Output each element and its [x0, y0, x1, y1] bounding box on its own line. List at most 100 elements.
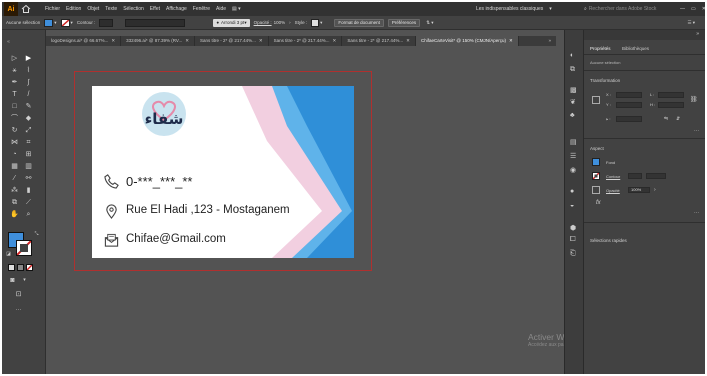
blend-tool-icon[interactable]: ⚯ — [24, 174, 33, 183]
chevron-down-icon[interactable]: ▾ — [320, 20, 322, 26]
stroke-weight-field[interactable] — [628, 173, 642, 179]
links-panel-icon[interactable]: ⧠ — [570, 236, 580, 244]
reference-point-icon[interactable] — [592, 96, 600, 104]
width-tool-icon[interactable]: ⋈ — [10, 138, 19, 147]
appearance-panel-icon[interactable]: ◉ — [570, 166, 580, 174]
home-icon[interactable] — [21, 4, 31, 14]
paintbrush-tool-icon[interactable]: ✎ — [24, 102, 33, 111]
eraser-tool-icon[interactable]: ◆ — [24, 114, 33, 123]
more-options-icon[interactable]: ··· — [694, 210, 699, 216]
chevron-down-icon[interactable]: ▾ — [71, 20, 73, 26]
menu-fichier[interactable]: Fichier — [45, 6, 60, 12]
close-icon[interactable]: ✕ — [509, 38, 513, 43]
brushes-panel-icon[interactable]: ❦ — [570, 98, 580, 106]
line-tool-icon[interactable]: / — [24, 90, 33, 99]
document-tab[interactable]: Sans titre - 2* @ 217.44%... ✕ — [269, 36, 343, 46]
slice-tool-icon[interactable]: ⟋ — [24, 198, 33, 207]
artboard-tool-icon[interactable]: ⧉ — [10, 198, 19, 207]
fill-swatch[interactable] — [44, 18, 54, 27]
menu-fenetre[interactable]: Fenêtre — [193, 6, 210, 12]
symbol-sprayer-tool-icon[interactable]: ⁂ — [10, 186, 19, 195]
menu-objet[interactable]: Objet — [87, 6, 99, 12]
stroke-swatch[interactable] — [592, 172, 600, 180]
document-tab[interactable]: logoDesigns.ai* @ 66.67%... ✕ — [46, 36, 122, 46]
screen-mode-icon[interactable]: ⊡ — [14, 290, 23, 299]
workspace-switcher[interactable]: Les indispensables classiques ▾ — [470, 2, 552, 16]
mesh-tool-icon[interactable]: ▦ — [10, 162, 19, 171]
variable-width-dropdown[interactable] — [125, 18, 186, 27]
tab-libraries[interactable]: Bibliothèques — [622, 46, 649, 51]
rotation-field[interactable] — [616, 116, 642, 122]
link-proportions-icon[interactable]: ⛓ — [690, 96, 698, 103]
eyedropper-tool-icon[interactable]: ⁄ — [10, 174, 19, 183]
pen-tool-icon[interactable]: ✒ — [10, 78, 19, 87]
chevron-right-icon[interactable]: › — [289, 20, 291, 25]
color-panel-icon[interactable]: ◐ — [570, 52, 580, 60]
brush-dropdown[interactable]: ● Arrondi 3 pt ▾ — [213, 18, 250, 27]
business-card-artboard[interactable]: شفاء 0-***_***_** Rue El Hadi ,123 - Mos… — [92, 86, 354, 258]
tab-properties[interactable]: Propriétés — [590, 46, 611, 51]
opacity-label[interactable]: Opacité : — [254, 20, 272, 25]
close-icon[interactable]: ✕ — [111, 38, 115, 43]
stroke-swatch[interactable] — [60, 18, 70, 27]
document-tab[interactable]: 332496.ai* @ 87.39% (RV... ✕ — [121, 36, 196, 46]
menu-effet[interactable]: Effet — [150, 6, 160, 12]
canvas-area[interactable]: شفاء 0-***_***_** Rue El Hadi ,123 - Mos… — [46, 46, 556, 374]
gradient-tool-icon[interactable]: ▥ — [24, 162, 33, 171]
stroke-color-indicator[interactable] — [16, 240, 32, 256]
menu-edition[interactable]: Edition — [66, 6, 81, 12]
more-tabs-icon[interactable]: » — [543, 36, 556, 46]
chevron-right-icon[interactable]: › — [654, 187, 656, 193]
magic-wand-tool-icon[interactable]: ⚹ — [10, 66, 19, 75]
flip-vertical-icon[interactable]: ⇵ — [676, 116, 680, 122]
fx-icon[interactable]: fx — [596, 200, 601, 206]
align-panel-icon[interactable]: ☰ — [570, 152, 580, 160]
close-icon[interactable]: ✕ — [185, 38, 189, 43]
minimize-icon[interactable]: — — [680, 6, 685, 12]
flip-horizontal-icon[interactable]: ⇋ — [664, 116, 668, 122]
scale-tool-icon[interactable]: ⤢ — [24, 126, 33, 135]
close-icon[interactable]: ✕ — [259, 38, 263, 43]
menu-selection[interactable]: Sélection — [123, 6, 144, 12]
stock-search-input[interactable]: Rechercher dans Adobe Stock — [589, 6, 657, 12]
menu-aide[interactable]: Aide — [216, 6, 226, 12]
rotate-tool-icon[interactable]: ↻ — [10, 126, 19, 135]
stroke-label[interactable]: Contour — [606, 174, 620, 179]
chevron-down-icon[interactable]: ▾ — [20, 276, 29, 285]
preferences-button[interactable]: Préférences — [387, 18, 421, 27]
symbols-panel-icon[interactable]: ♣ — [570, 112, 580, 120]
default-colors-icon[interactable]: ◪ — [4, 250, 13, 259]
asset-export-panel-icon[interactable]: ⎗ — [570, 250, 580, 258]
swatches-panel-icon[interactable]: ⬢ — [570, 224, 580, 232]
opacity-field[interactable]: 100% — [628, 187, 650, 193]
gradient-mode-icon[interactable] — [17, 264, 24, 271]
close-icon[interactable]: ✕ — [333, 38, 337, 43]
document-tab-active[interactable]: ChifaeCarteVisit* @ 150% (CMJN/Aperçu) ✕ — [415, 36, 519, 46]
type-tool-icon[interactable]: T — [10, 90, 19, 99]
arrange-icon[interactable]: ⇅ ▾ — [426, 20, 433, 26]
maximize-icon[interactable]: ▭ — [691, 6, 696, 12]
more-options-icon[interactable]: ··· — [694, 128, 699, 134]
selection-tool-icon[interactable]: ▷ — [10, 54, 19, 63]
chevron-down-icon[interactable]: ▾ — [54, 20, 56, 26]
close-icon[interactable]: ✕ — [702, 6, 705, 12]
color-mode-icon[interactable] — [8, 264, 15, 271]
document-format-button[interactable]: Format de document — [334, 18, 384, 27]
panel-menu-icon[interactable]: ☰ ▾ — [687, 20, 695, 26]
draw-mode-icon[interactable]: ◙ — [8, 276, 17, 285]
hand-tool-icon[interactable]: ✋ — [10, 210, 19, 219]
column-graph-tool-icon[interactable]: ▮ — [24, 186, 33, 195]
menu-texte[interactable]: Texte — [105, 6, 117, 12]
height-field[interactable] — [658, 102, 684, 108]
none-mode-icon[interactable] — [26, 264, 33, 271]
menu-affichage[interactable]: Affichage — [166, 6, 187, 12]
width-field[interactable] — [658, 92, 684, 98]
shaper-tool-icon[interactable]: ⌒ — [10, 114, 19, 123]
stroke-weight-field[interactable] — [99, 18, 114, 27]
y-field[interactable] — [616, 102, 642, 108]
lasso-tool-icon[interactable]: ⌇ — [24, 66, 33, 75]
more-tools-icon[interactable]: ··· — [14, 306, 23, 315]
close-icon[interactable]: ✕ — [406, 38, 410, 43]
free-transform-tool-icon[interactable]: ⌗ — [24, 138, 33, 147]
libraries-panel-icon[interactable]: ▩ — [570, 86, 580, 94]
